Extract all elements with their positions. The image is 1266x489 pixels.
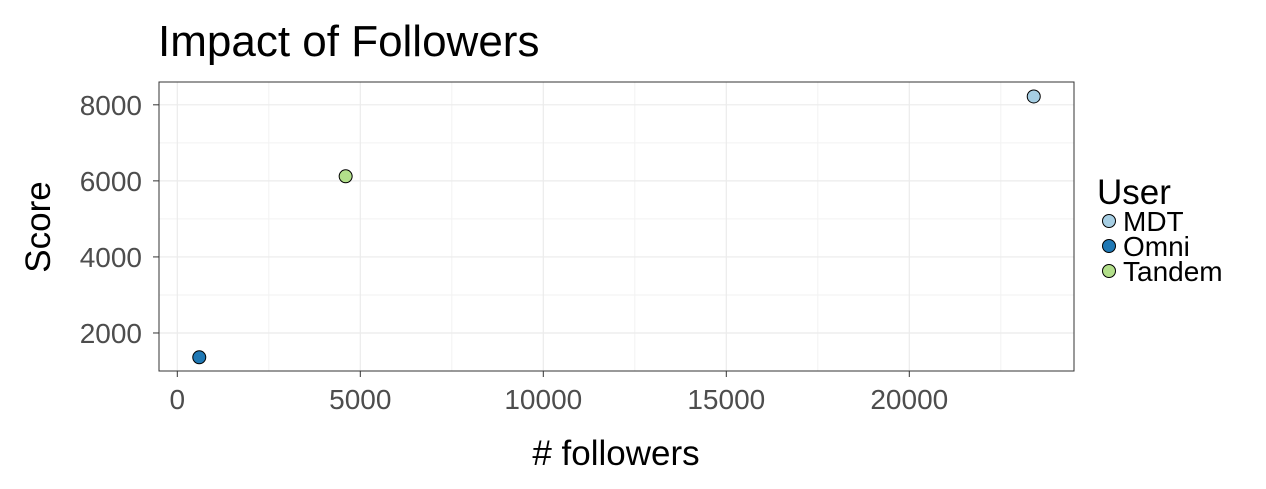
y-tick-label: 4000 xyxy=(80,242,142,273)
y-axis-ticks: 2000 4000 6000 8000 xyxy=(80,90,159,349)
legend-key-mdt xyxy=(1102,214,1116,228)
legend: User MDTOmniTandem xyxy=(1097,173,1223,287)
x-tick-label: 0 xyxy=(170,384,186,415)
chart-title: Impact of Followers xyxy=(158,17,539,66)
data-point-tandem xyxy=(338,169,353,184)
y-tick-label: 2000 xyxy=(80,318,142,349)
x-axis-ticks: 0 5000 10000 15000 20000 xyxy=(170,371,948,415)
x-tick-label: 10000 xyxy=(504,384,582,415)
legend-key-omni xyxy=(1102,239,1116,253)
grid-lines xyxy=(159,82,1074,371)
data-points xyxy=(192,89,1041,365)
y-tick-label: 8000 xyxy=(80,90,142,121)
data-point-mdt xyxy=(1026,89,1041,104)
x-tick-label: 5000 xyxy=(329,384,391,415)
plot-panel-border xyxy=(158,81,1075,372)
legend-label-tandem: Tandem xyxy=(1123,256,1223,287)
x-tick-label: 15000 xyxy=(687,384,765,415)
chart-container: Impact of Followers 0 5000 10000 15000 20000… xyxy=(0,0,1266,484)
scatter-chart: Impact of Followers 0 5000 10000 15000 20000… xyxy=(19,17,1223,473)
y-tick-label: 6000 xyxy=(80,166,142,197)
legend-key-tandem xyxy=(1102,264,1116,278)
data-point-omni xyxy=(192,350,207,365)
x-tick-label: 20000 xyxy=(870,384,948,415)
x-axis-label: # followers xyxy=(532,434,699,473)
y-axis-label: Score xyxy=(19,181,58,272)
